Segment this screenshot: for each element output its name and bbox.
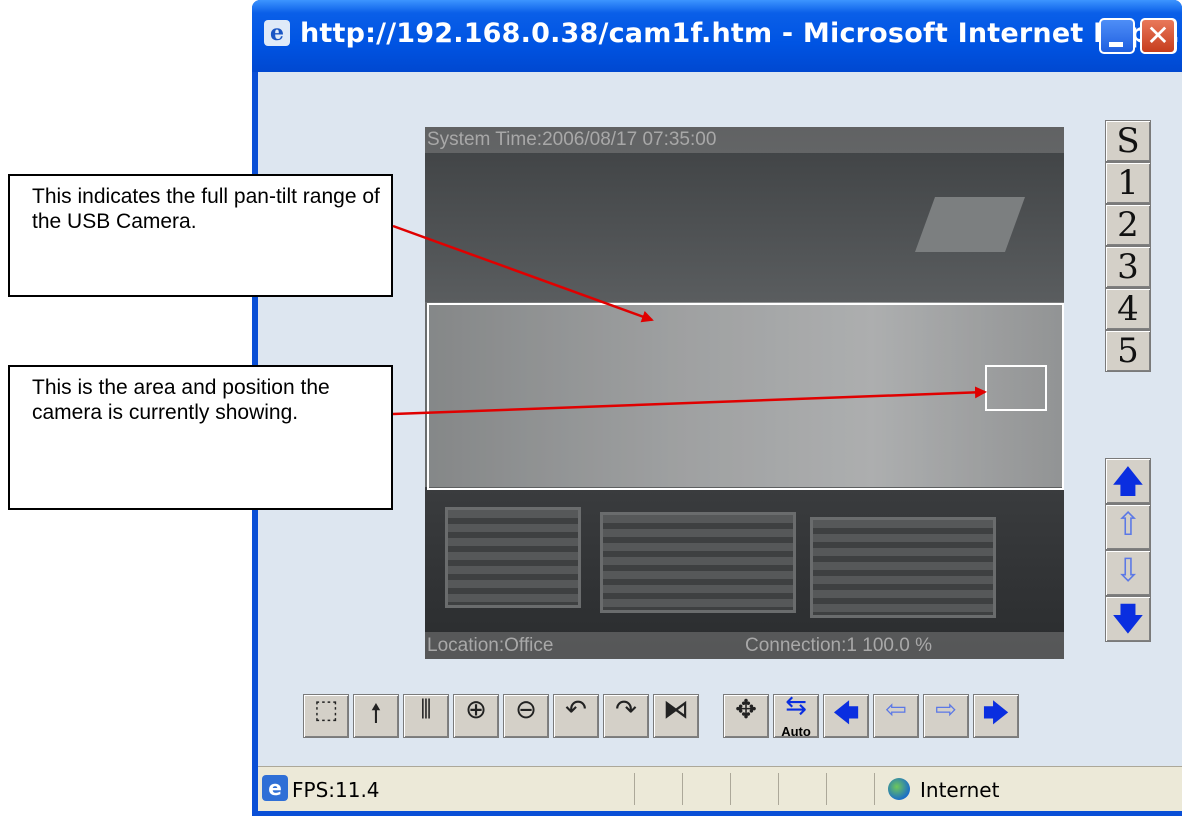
preset-3-button[interactable]: 3 (1105, 246, 1151, 288)
desk (600, 512, 796, 613)
pan-right-button[interactable]: ⇨ (923, 694, 969, 738)
pan-right-fast-button[interactable]: 🡆 (973, 694, 1019, 738)
tilt-up-button[interactable]: ⇧ (1105, 504, 1151, 550)
left-arrow-solid-icon: 🡄 (832, 699, 860, 729)
desk (445, 507, 581, 608)
osd-top-bar: System Time:2006/08/17 07:35:00 (425, 127, 1064, 153)
tilt-down-button[interactable]: ⇩ (1105, 550, 1151, 596)
down-arrow-solid-icon: 🡇 (1111, 600, 1145, 638)
globe-icon (888, 778, 910, 800)
close-button[interactable]: ✕ (1140, 18, 1176, 54)
preset-4-button[interactable]: 4 (1105, 288, 1151, 330)
status-divider (778, 773, 779, 805)
right-arrow-solid-icon: 🡆 (982, 699, 1010, 729)
left-arrow-outline-icon: ⇦ (885, 695, 907, 725)
up-arrow-solid-icon: 🡅 (1111, 462, 1145, 500)
status-divider (826, 773, 827, 805)
zoom-out-button[interactable]: ⊖ (503, 694, 549, 738)
move-icon: ✥ (735, 695, 757, 725)
tilt-up-fast-button[interactable]: 🡅 (1105, 458, 1151, 504)
ie-page-icon: e (264, 20, 290, 46)
down-arrow-outline-icon: ⇩ (1114, 551, 1142, 589)
video-ceiling (425, 127, 1064, 302)
group-figures-button[interactable]: ⫴ (403, 694, 449, 738)
up-arrow-outline-icon: ⇧ (1114, 505, 1142, 543)
pan-left-fast-button[interactable]: 🡄 (823, 694, 869, 738)
flip-button[interactable]: ⧑ (653, 694, 699, 738)
system-time: System Time:2006/08/17 07:35:00 (427, 129, 717, 150)
close-icon: ✕ (1146, 19, 1170, 52)
title-bar[interactable]: e http://192.168.0.38/cam1f.htm - Micros… (252, 0, 1182, 72)
preset-5-button[interactable]: 5 (1105, 330, 1151, 372)
rotate-right-icon: ↷ (615, 695, 637, 725)
auto-pan-icon: ⇆ (785, 691, 807, 721)
select-area-icon: ⬚ (313, 695, 339, 725)
location-text: Location:Office (427, 635, 554, 656)
status-divider (634, 773, 635, 805)
auto-label: Auto (781, 724, 811, 739)
ie-icon: e (262, 775, 288, 801)
desk (810, 517, 996, 618)
status-divider (730, 773, 731, 805)
ceiling-light (914, 197, 1026, 252)
current-view-box[interactable] (985, 365, 1047, 411)
zoom-in-icon: ⊕ (465, 695, 487, 725)
preset-2-button[interactable]: 2 (1105, 204, 1151, 246)
auto-pan-button[interactable]: ⇆ Auto (773, 691, 819, 739)
security-zone-text: Internet (920, 778, 1000, 802)
fps-text: FPS:11.4 (292, 778, 380, 802)
flip-icon: ⧑ (663, 695, 689, 725)
pan-tilt-range-box[interactable] (427, 303, 1064, 490)
rotate-right-button[interactable]: ↷ (603, 694, 649, 738)
rotate-left-button[interactable]: ↶ (553, 694, 599, 738)
right-arrow-outline-icon: ⇨ (935, 695, 957, 725)
single-figure-button[interactable]: 🠕 (353, 694, 399, 738)
zoom-in-button[interactable]: ⊕ (453, 694, 499, 738)
connection-text: Connection:1 100.0 % (745, 635, 932, 656)
select-area-button[interactable]: ⬚ (303, 694, 349, 738)
page-content: System Time:2006/08/17 07:35:00 Location… (258, 72, 1182, 766)
status-bar: e FPS:11.4 Internet (258, 766, 1182, 811)
range-callout: This indicates the full pan-tilt range o… (8, 174, 393, 297)
tilt-down-fast-button[interactable]: 🡇 (1105, 596, 1151, 642)
status-divider (682, 773, 683, 805)
group-figures-icon: ⫴ (420, 695, 432, 725)
pan-left-button[interactable]: ⇦ (873, 694, 919, 738)
osd-bottom-bar: Location:Office Connection:1 100.0 % (425, 632, 1064, 659)
zoom-out-icon: ⊖ (515, 695, 537, 725)
preset-s-button[interactable]: S (1105, 120, 1151, 162)
rotate-left-icon: ↶ (565, 695, 587, 725)
single-figure-icon: 🠕 (370, 699, 382, 729)
window-title: http://192.168.0.38/cam1f.htm - Microsof… (300, 18, 1181, 49)
camera-video[interactable]: System Time:2006/08/17 07:35:00 Location… (425, 127, 1064, 659)
minimize-button[interactable] (1099, 18, 1135, 54)
status-divider (874, 773, 875, 805)
preset-1-button[interactable]: 1 (1105, 162, 1151, 204)
position-callout: This is the area and position the camera… (8, 365, 393, 510)
move-button[interactable]: ✥ (723, 694, 769, 738)
